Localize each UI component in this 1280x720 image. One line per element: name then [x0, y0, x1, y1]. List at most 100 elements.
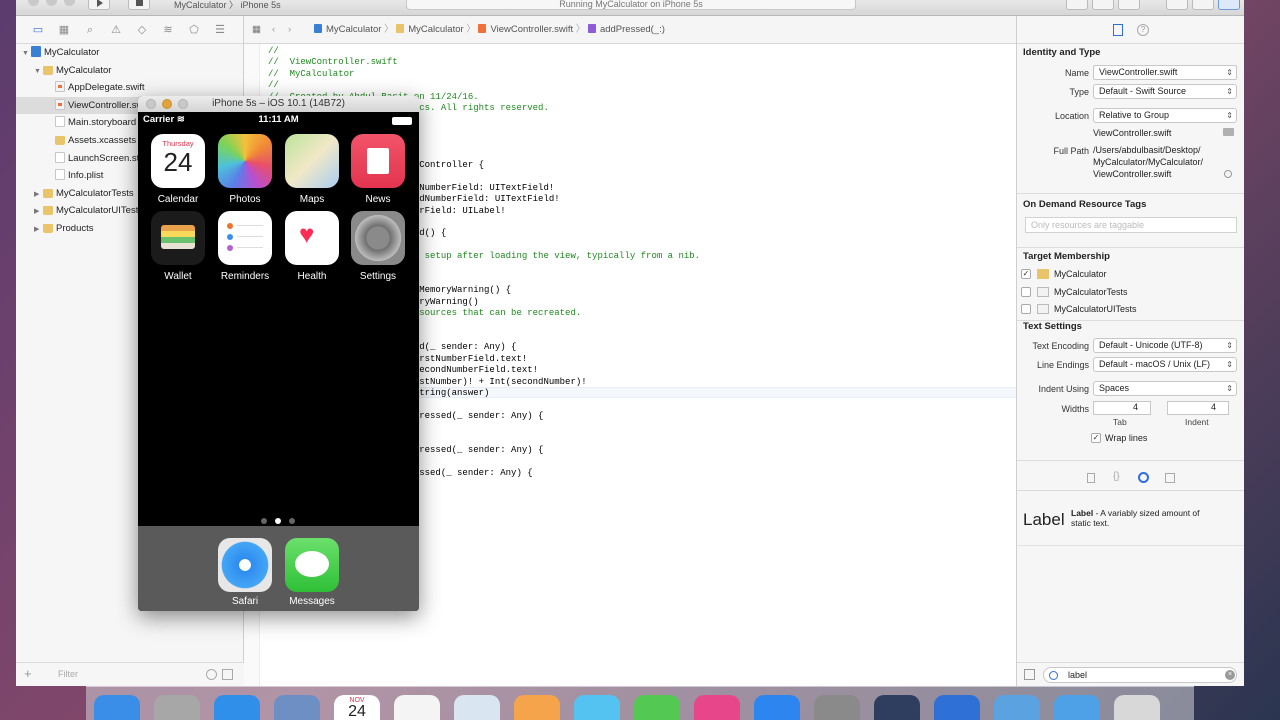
file-template-icon[interactable] — [1087, 473, 1095, 483]
app-photos[interactable]: Photos — [218, 134, 272, 205]
app-reminders[interactable]: Reminders — [218, 211, 272, 282]
close-window-button[interactable] — [28, 0, 39, 6]
test-navigator-icon[interactable]: ◇ — [136, 24, 148, 36]
app-health[interactable]: ♥ Health — [285, 211, 339, 282]
app-maps[interactable]: Maps — [285, 134, 339, 205]
quicktime-icon[interactable] — [874, 695, 920, 720]
name-field[interactable]: ViewController.swift — [1093, 65, 1237, 80]
app-messages[interactable]: Messages — [285, 538, 339, 607]
file-tree-row[interactable]: ▼ MyCalculator — [16, 62, 244, 79]
run-button[interactable] — [88, 0, 110, 10]
mail-icon[interactable] — [274, 695, 320, 720]
file-tree-row[interactable]: AppDelegate.swift — [16, 79, 244, 96]
minimize-window-button[interactable] — [162, 99, 172, 109]
indent-width-stepper[interactable]: 4 — [1167, 401, 1229, 415]
media-library-icon[interactable] — [1165, 473, 1175, 483]
zoom-window-button[interactable] — [178, 99, 188, 109]
search-icon[interactable]: ⌕ — [84, 24, 96, 36]
toggle-utilities-button[interactable] — [1218, 0, 1240, 10]
breadcrumb-item[interactable]: ViewController.swift — [490, 24, 573, 35]
back-button[interactable]: ‹ — [272, 16, 275, 44]
app-news[interactable]: News — [351, 134, 405, 205]
trash-icon[interactable] — [1114, 695, 1160, 720]
breadcrumb-item[interactable]: addPressed(_:) — [600, 24, 665, 35]
app-calendar[interactable]: Thursday 24 Calendar — [151, 134, 205, 205]
file-tree-row[interactable]: ▼ MyCalculator — [16, 44, 244, 61]
related-items-icon[interactable]: ▦ — [252, 16, 261, 44]
facetime-icon[interactable] — [634, 695, 680, 720]
xcode-icon[interactable] — [934, 695, 980, 720]
zoom-window-button[interactable] — [64, 0, 75, 6]
calendar-icon[interactable]: NOV 24 — [334, 695, 380, 720]
disclosure-collapsed-icon[interactable]: ▶ — [34, 186, 43, 203]
scheme-selector[interactable]: MyCalculator 〉 iPhone 5s — [174, 0, 281, 11]
quick-help-icon[interactable]: ? — [1137, 24, 1149, 36]
chevron-right-icon: 〉 — [573, 24, 588, 35]
grid-view-icon[interactable] — [1024, 669, 1035, 680]
minimize-window-button[interactable] — [46, 0, 57, 6]
symbol-navigator-icon[interactable]: ▦ — [58, 24, 70, 36]
disclosure-collapsed-icon[interactable]: ▶ — [34, 221, 43, 238]
object-library-icon[interactable] — [1138, 472, 1149, 483]
ios-home-screen[interactable]: Carrier ≋ 11:11 AM Thursday 24 Calendar Pho… — [138, 112, 419, 611]
notes-icon[interactable] — [394, 695, 440, 720]
toggle-debug-area-button[interactable] — [1192, 0, 1214, 10]
add-icon[interactable]: + — [24, 666, 32, 681]
encoding-popup[interactable]: Default - Unicode (UTF-8) — [1093, 338, 1237, 353]
wrap-lines-checkbox[interactable]: ✓ — [1091, 433, 1101, 443]
debug-navigator-icon[interactable]: ≋ — [162, 24, 174, 36]
app-settings[interactable]: Settings — [351, 211, 405, 282]
library-filter-input[interactable]: label — [1043, 667, 1237, 683]
stop-button[interactable] — [128, 0, 150, 10]
separator — [1017, 247, 1244, 248]
target-checkbox[interactable] — [1021, 304, 1031, 314]
tab-width-stepper[interactable]: 4 — [1093, 401, 1151, 415]
target-checkbox[interactable] — [1021, 286, 1031, 297]
launchpad-icon[interactable] — [154, 695, 200, 720]
app-store-icon[interactable] — [754, 695, 800, 720]
report-navigator-icon[interactable]: ☰ — [214, 24, 226, 36]
system-preferences-icon[interactable] — [814, 695, 860, 720]
itunes-icon[interactable] — [694, 695, 740, 720]
filter-input[interactable]: Filter — [58, 669, 78, 679]
app-safari[interactable]: Safari — [218, 538, 272, 607]
photos-icon[interactable] — [514, 695, 560, 720]
warning-icon[interactable]: ⚠ — [110, 24, 122, 36]
target-membership-row: MyCalculatorUITests — [1017, 301, 1244, 318]
folder-icon[interactable] — [1223, 128, 1234, 136]
preview-icon[interactable] — [454, 695, 500, 720]
folder-icon[interactable]: ▭ — [32, 24, 44, 36]
finder-icon[interactable] — [94, 695, 140, 720]
downloads-icon[interactable] — [1054, 695, 1100, 720]
scm-status-icon[interactable] — [222, 669, 233, 680]
code-snippet-icon[interactable]: {} — [1113, 471, 1120, 482]
toggle-navigator-button[interactable] — [1166, 0, 1188, 10]
version-editor-button[interactable] — [1118, 0, 1140, 10]
breakpoint-icon[interactable]: ⬠ — [188, 24, 200, 36]
reveal-in-finder-icon[interactable] — [1224, 170, 1232, 178]
odr-tags-field[interactable]: Only resources are taggable — [1025, 217, 1237, 233]
disclosure-collapsed-icon[interactable]: ▶ — [34, 203, 43, 220]
messages-icon[interactable] — [574, 695, 620, 720]
simulator-icon[interactable] — [994, 695, 1040, 720]
recent-files-icon[interactable] — [206, 669, 217, 680]
library-item-label[interactable]: Label Label - A variably sized amount of… — [1017, 496, 1244, 546]
indent-using-popup[interactable]: Spaces — [1093, 381, 1237, 396]
app-wallet[interactable]: Wallet — [151, 211, 205, 282]
target-checkbox[interactable]: ✓ — [1021, 269, 1031, 279]
disclosure-expanded-icon[interactable]: ▼ — [34, 63, 43, 80]
clear-search-icon[interactable]: × — [1225, 670, 1235, 680]
file-inspector-icon[interactable] — [1113, 24, 1123, 36]
type-popup[interactable]: Default - Swift Source — [1093, 84, 1237, 99]
safari-icon[interactable] — [214, 695, 260, 720]
disclosure-expanded-icon[interactable]: ▼ — [22, 45, 31, 62]
close-window-button[interactable] — [146, 99, 156, 109]
forward-button[interactable]: › — [288, 16, 291, 44]
breadcrumb-item[interactable]: MyCalculator — [326, 24, 381, 35]
simulator-title: iPhone 5s – iOS 10.1 (14B72) — [212, 98, 345, 109]
standard-editor-button[interactable] — [1066, 0, 1088, 10]
assistant-editor-button[interactable] — [1092, 0, 1114, 10]
line-endings-popup[interactable]: Default - macOS / Unix (LF) — [1093, 357, 1237, 372]
breadcrumb-item[interactable]: MyCalculator — [408, 24, 463, 35]
location-popup[interactable]: Relative to Group — [1093, 108, 1237, 123]
